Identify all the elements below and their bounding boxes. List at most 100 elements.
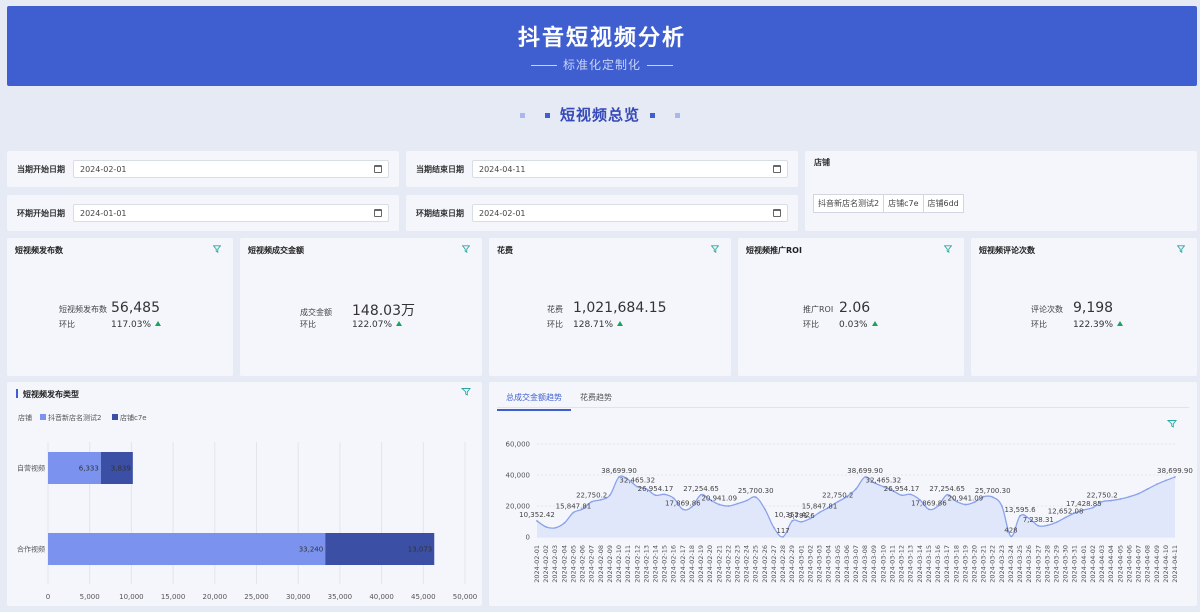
previous-end-filter: 环期结束日期 2024-02-01 bbox=[406, 195, 798, 231]
y-tick-label: 40,000 bbox=[506, 472, 531, 480]
kpi-body: 推广ROI 2.06 环比 0.03% bbox=[738, 300, 964, 338]
legend-label: 店铺c7e bbox=[120, 413, 147, 422]
kpi-card-roi: 短视频推广ROI 推广ROI 2.06 环比 0.03% bbox=[738, 238, 964, 376]
x-tick-label: 45,000 bbox=[411, 593, 436, 601]
trend-point bbox=[572, 511, 575, 514]
kpi-title: 短视频推广ROI bbox=[746, 246, 802, 255]
trend-point bbox=[991, 496, 994, 499]
x-tick-label: 2024-03-26 bbox=[1025, 545, 1033, 583]
x-tick-label: 20,000 bbox=[203, 593, 228, 601]
x-tick-label: 2024-02-21 bbox=[715, 545, 723, 583]
x-tick-label: 2024-02-26 bbox=[761, 545, 769, 583]
bar-value-label: 33,240 bbox=[299, 546, 324, 554]
x-tick-label: 2024-02-18 bbox=[688, 545, 696, 583]
calendar-icon[interactable] bbox=[374, 209, 382, 217]
trend-point bbox=[1110, 499, 1113, 502]
trend-point bbox=[1037, 524, 1040, 527]
page-title: 抖音短视频分析 bbox=[517, 26, 686, 51]
trend-point bbox=[654, 494, 657, 497]
previous-end-value: 2024-02-01 bbox=[479, 208, 526, 218]
x-tick-label: 2024-04-04 bbox=[1107, 545, 1115, 583]
filter-icon[interactable] bbox=[213, 245, 221, 253]
kpi-label: 成交金额 bbox=[300, 308, 332, 317]
data-label: 22,750.2 bbox=[822, 492, 853, 500]
kpi-card-cost: 花费 花费 1,021,684.15 环比 128.71% bbox=[489, 238, 731, 376]
data-label: 12,652.08 bbox=[1048, 507, 1084, 515]
previous-start-date-input[interactable]: 2024-01-01 bbox=[73, 204, 389, 222]
trend-point bbox=[718, 503, 721, 506]
x-tick-label: 2024-03-05 bbox=[834, 545, 842, 583]
filter-icon[interactable] bbox=[1166, 420, 1177, 428]
x-tick-label: 2024-03-10 bbox=[879, 545, 887, 583]
trend-point bbox=[1146, 488, 1149, 490]
trend-point bbox=[554, 526, 557, 529]
x-tick-label: 2024-03-03 bbox=[816, 545, 824, 583]
filter-icon[interactable] bbox=[462, 245, 470, 253]
x-tick-label: 0 bbox=[46, 593, 50, 601]
kpi-card-comments: 短视频评论次数 评论次数 9,198 环比 122.39% bbox=[971, 238, 1197, 376]
store-tag[interactable]: 店铺c7e bbox=[883, 194, 924, 213]
trend-point bbox=[727, 505, 730, 507]
x-tick-label: 2024-02-29 bbox=[788, 545, 796, 583]
calendar-icon[interactable] bbox=[374, 165, 382, 173]
trend-point bbox=[1064, 516, 1067, 519]
store-tag[interactable]: 抖音新店名测试2 bbox=[813, 194, 885, 213]
x-tick-label: 2024-02-08 bbox=[597, 545, 605, 583]
current-end-date-input[interactable]: 2024-04-11 bbox=[472, 160, 788, 178]
current-start-date-input[interactable]: 2024-02-01 bbox=[73, 160, 389, 178]
x-tick-label: 2024-02-19 bbox=[697, 545, 705, 583]
current-end-label: 当期结束日期 bbox=[416, 164, 464, 174]
y-tick-label: 20,000 bbox=[506, 503, 531, 511]
trend-point bbox=[663, 493, 666, 496]
filter-icon[interactable] bbox=[460, 388, 471, 396]
data-label: 20,941.09 bbox=[701, 495, 737, 503]
store-filter: 店铺 抖音新店名测试2 店铺c7e 店铺6dd bbox=[805, 151, 1197, 231]
previous-end-date-input[interactable]: 2024-02-01 bbox=[472, 204, 788, 222]
kpi-title: 花费 bbox=[497, 246, 513, 255]
kpi-body: 评论次数 9,198 环比 122.39% bbox=[971, 300, 1197, 338]
trend-point bbox=[1000, 505, 1003, 507]
trend-point bbox=[1164, 479, 1167, 482]
filter-icon[interactable] bbox=[711, 245, 719, 253]
store-filter-title: 店铺 bbox=[814, 158, 830, 167]
x-tick-label: 2024-02-11 bbox=[624, 545, 632, 583]
legend-label: 抖音新店名测试2 bbox=[48, 413, 101, 422]
x-tick-label: 50,000 bbox=[453, 593, 478, 601]
filter-icon[interactable] bbox=[944, 245, 952, 253]
data-label: 27,254.65 bbox=[929, 485, 965, 493]
store-tag[interactable]: 店铺6dd bbox=[922, 194, 964, 213]
data-label: 117 bbox=[776, 527, 789, 535]
trend-point bbox=[754, 496, 757, 499]
decor-square bbox=[650, 113, 655, 118]
kpi-value: 148.03万 bbox=[352, 303, 415, 319]
x-tick-label: 40,000 bbox=[369, 593, 394, 601]
x-tick-label: 2024-03-07 bbox=[852, 545, 860, 583]
data-label: 25,700.30 bbox=[975, 487, 1011, 495]
legend-swatch bbox=[112, 414, 118, 420]
trend-point bbox=[782, 535, 784, 538]
section-title: 短视频总览 bbox=[0, 104, 1200, 125]
x-tick-label: 2024-03-08 bbox=[861, 545, 869, 583]
x-tick-label: 2024-03-20 bbox=[970, 545, 978, 583]
x-tick-label: 2024-02-20 bbox=[706, 545, 714, 583]
kpi-ratio-label: 环比 bbox=[300, 320, 316, 329]
x-tick-label: 2024-03-23 bbox=[998, 545, 1006, 583]
kpi-label: 推广ROI bbox=[803, 305, 834, 314]
kpi-ratio-value: 122.39% bbox=[1073, 320, 1114, 330]
data-label: 32,465.32 bbox=[619, 477, 655, 485]
calendar-icon[interactable] bbox=[773, 209, 781, 217]
x-tick-label: 2024-03-25 bbox=[1016, 545, 1024, 583]
x-tick-label: 2024-03-14 bbox=[916, 545, 924, 583]
filter-icon[interactable] bbox=[1177, 245, 1185, 253]
x-tick-label: 2024-03-28 bbox=[1043, 545, 1051, 583]
x-tick-label: 2024-02-23 bbox=[734, 545, 742, 583]
calendar-icon[interactable] bbox=[773, 165, 781, 173]
data-label: 26,954.17 bbox=[638, 485, 674, 493]
x-tick-label: 30,000 bbox=[286, 593, 311, 601]
x-tick-label: 5,000 bbox=[80, 593, 100, 601]
x-tick-label: 2024-03-12 bbox=[898, 545, 906, 583]
current-start-filter: 当期开始日期 2024-02-01 bbox=[7, 151, 399, 187]
x-tick-label: 2024-02-02 bbox=[542, 545, 550, 583]
x-tick-label: 2024-04-01 bbox=[1080, 545, 1088, 583]
bar-value-label: 6,333 bbox=[79, 465, 99, 473]
